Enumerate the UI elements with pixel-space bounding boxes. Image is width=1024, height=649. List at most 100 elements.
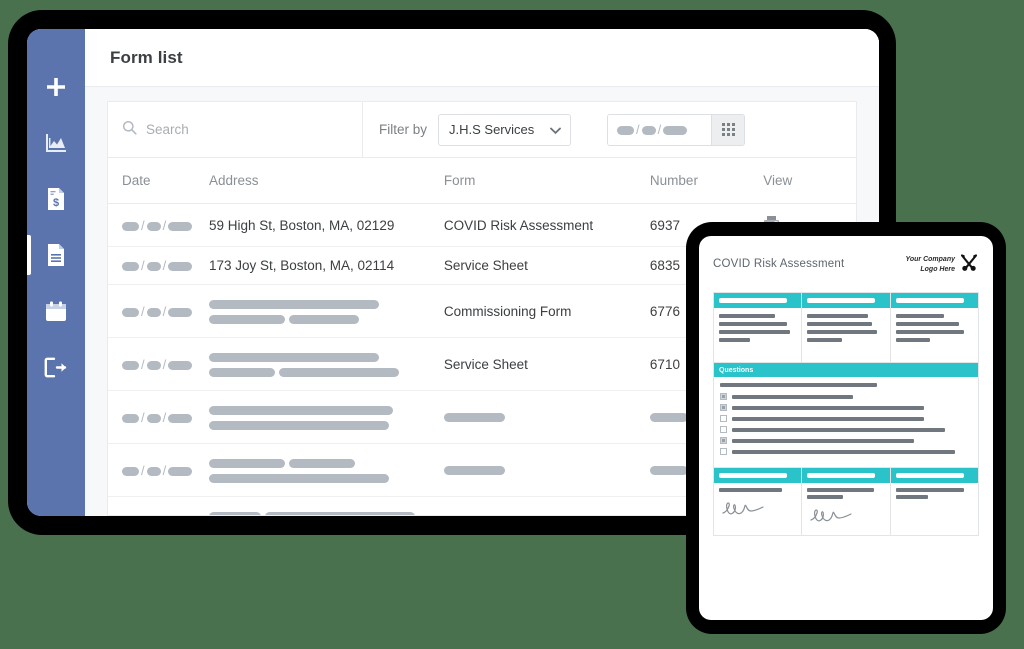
chevron-down-icon (550, 122, 561, 137)
cell-date: // (108, 444, 209, 497)
questions-body (714, 377, 978, 467)
company-filter-select[interactable]: J.H.S Services (438, 114, 571, 146)
question-text-line (732, 428, 945, 432)
cell-form: Service Sheet (444, 338, 650, 391)
preview-header: COVID Risk Assessment Your Company Logo … (713, 252, 979, 277)
crossed-tools-icon (959, 252, 979, 277)
column-header-form[interactable]: Form (444, 158, 650, 204)
preview-column-header (714, 293, 801, 308)
preview-title: COVID Risk Assessment (713, 252, 844, 270)
question-text-line (732, 406, 924, 410)
signature-column (891, 468, 978, 535)
question-text-line (732, 395, 853, 399)
date-redacted-value: // (617, 122, 687, 137)
cell-address: 173 Joy St, Boston, MA, 02114 (209, 247, 444, 285)
signature-body (891, 483, 978, 535)
preview-column (891, 293, 978, 362)
signature-column (802, 468, 890, 535)
sidebar-item-calendar[interactable] (27, 283, 85, 339)
question-row[interactable] (720, 404, 973, 411)
cell-form: Commissioning Form (444, 285, 650, 338)
preview-column (802, 293, 890, 362)
signature-column-header (802, 468, 889, 483)
sidebar-item-forms[interactable] (27, 227, 85, 283)
sidebar-item-invoices[interactable]: $ (27, 171, 85, 227)
cell-date: // (108, 204, 209, 247)
sidebar-item-add[interactable] (27, 59, 85, 115)
table-header-row: Date Address Form Number View (108, 158, 856, 204)
preview-signature-columns (713, 468, 979, 536)
cell-address (209, 338, 444, 391)
signature-body (714, 483, 801, 535)
sidebar-item-reports[interactable] (27, 115, 85, 171)
preview-questions-block: Questions (713, 363, 979, 468)
calendar-icon (45, 301, 67, 322)
page-title: Form list (110, 48, 183, 68)
invoice-dollar-icon: $ (46, 187, 66, 211)
cell-form: Service Sheet (444, 247, 650, 285)
cell-date: // (108, 338, 209, 391)
question-row[interactable] (720, 448, 973, 455)
filter-by-label: Filter by (379, 122, 427, 137)
plus-icon (45, 76, 67, 98)
question-row[interactable] (720, 426, 973, 433)
preview-column-body (714, 308, 801, 362)
question-row[interactable] (720, 393, 973, 400)
cell-date: // (108, 391, 209, 444)
svg-text:$: $ (53, 197, 59, 209)
question-checkbox[interactable] (720, 437, 727, 444)
signature-scribble (807, 503, 869, 529)
cell-address (209, 444, 444, 497)
signature-image[interactable] (719, 496, 796, 527)
sidebar: $ (27, 29, 85, 516)
calendar-picker-button[interactable] (711, 115, 744, 145)
preview-column-header (891, 293, 978, 308)
cell-address (209, 285, 444, 338)
logout-icon (44, 357, 68, 378)
question-row[interactable] (720, 437, 973, 444)
toolbar: Filter by J.H.S Services // (108, 102, 856, 158)
question-text-line (732, 439, 914, 443)
cell-address (209, 391, 444, 444)
question-checkbox[interactable] (720, 393, 727, 400)
search-input[interactable] (146, 122, 326, 137)
cell-form (444, 497, 650, 517)
date-filter-group: // (607, 114, 745, 146)
cell-date: // (108, 285, 209, 338)
sidebar-item-logout[interactable] (27, 339, 85, 395)
cell-date: // (108, 247, 209, 285)
question-checkbox[interactable] (720, 426, 727, 433)
calendar-grid-icon (722, 123, 735, 136)
company-filter-value: J.H.S Services (449, 122, 534, 137)
preview-column-body (891, 308, 978, 362)
signature-column (714, 468, 802, 535)
question-checkbox[interactable] (720, 404, 727, 411)
column-header-address[interactable]: Address (209, 158, 444, 204)
filter-zone: Filter by J.H.S Services // (363, 102, 856, 157)
question-text-line (732, 417, 924, 421)
question-row[interactable] (720, 415, 973, 422)
question-checkbox[interactable] (720, 415, 727, 422)
column-header-view[interactable]: View (763, 158, 856, 204)
questions-heading-text: Questions (719, 367, 753, 374)
column-header-number[interactable]: Number (650, 158, 763, 204)
search-box[interactable] (108, 102, 363, 157)
preview-column-body (802, 308, 889, 362)
cell-form: COVID Risk Assessment (444, 204, 650, 247)
chart-area-icon (45, 133, 67, 153)
page-header: Form list (85, 29, 879, 87)
signature-body (802, 483, 889, 535)
preview-column (714, 293, 802, 362)
preview-column-header (802, 293, 889, 308)
signature-column-header (891, 468, 978, 483)
questions-intro-line (720, 383, 877, 387)
date-filter-input[interactable]: // (608, 115, 711, 145)
column-header-date[interactable]: Date (108, 158, 209, 204)
table-head: Date Address Form Number View (108, 158, 856, 204)
question-checkbox[interactable] (720, 448, 727, 455)
questions-heading: Questions (714, 363, 978, 377)
signature-image[interactable] (807, 503, 884, 534)
signature-scribble (719, 496, 781, 522)
signature-column-header (714, 468, 801, 483)
preview-top-columns (713, 292, 979, 363)
